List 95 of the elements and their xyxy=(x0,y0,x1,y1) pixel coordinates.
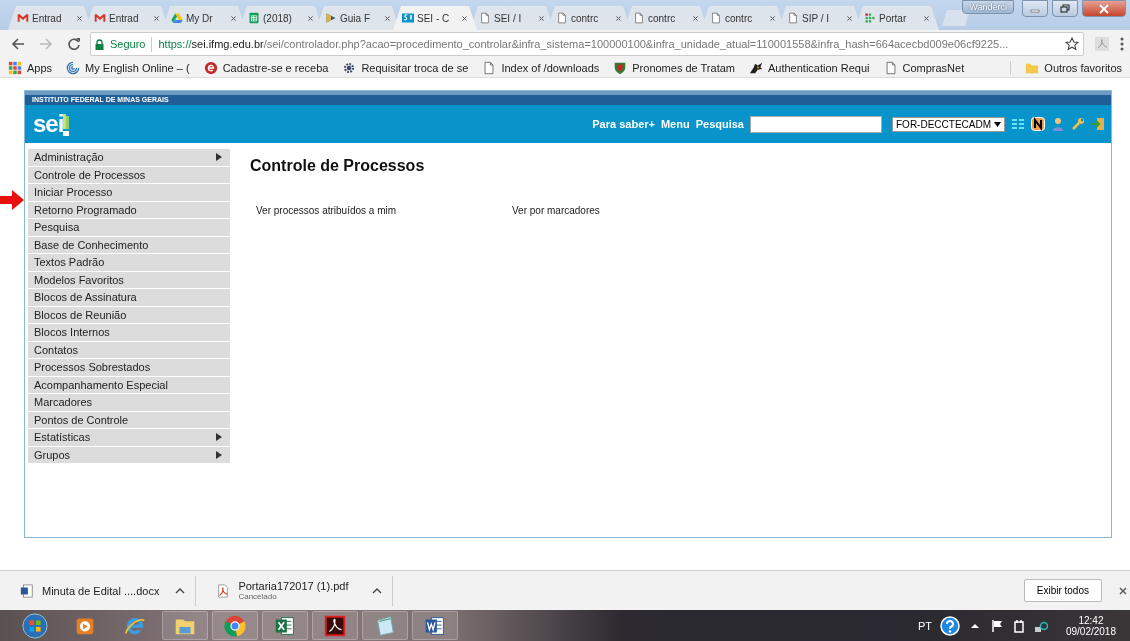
menu-item[interactable]: Pesquisa xyxy=(28,219,230,237)
unit-dropdown[interactable]: FOR-DECCTECADM xyxy=(892,116,1005,132)
bookmark[interactable]: Apps xyxy=(8,60,53,75)
close-icon[interactable] xyxy=(538,14,545,22)
download-item[interactable]: Portaria172017 (1).pdf Cancelado xyxy=(196,575,394,606)
gear-icon xyxy=(342,60,357,75)
page-icon xyxy=(479,12,491,24)
menu-item[interactable]: Blocos de Assinatura xyxy=(28,289,230,307)
reload-icon[interactable] xyxy=(67,37,81,51)
page-icon xyxy=(482,60,497,75)
url-text: https://sei.ifmg.edu.br/sei/controlador.php?acao=procedimento_controlar&infra_sistema=100000100&infra_unidade_atual=110001558&infra_hash=664acecbd009e06cf9225... xyxy=(158,38,1009,50)
help-icon[interactable] xyxy=(939,615,960,636)
browser-tab[interactable]: Portar xyxy=(855,6,939,30)
close-icon[interactable] xyxy=(307,14,314,22)
menu-item[interactable]: Administração xyxy=(28,149,230,167)
menu-item[interactable]: Textos Padrão xyxy=(28,254,230,272)
close-icon[interactable] xyxy=(1118,585,1128,596)
close-icon[interactable] xyxy=(230,14,237,22)
circle-icon xyxy=(203,60,218,75)
chrome-icon[interactable] xyxy=(212,611,258,640)
secure-label: Seguro xyxy=(110,38,146,50)
chevron-icon[interactable] xyxy=(175,587,186,594)
close-icon[interactable] xyxy=(384,14,391,22)
lock-icon xyxy=(95,38,104,50)
pdf-icon xyxy=(216,583,231,598)
mail-icon xyxy=(17,12,29,24)
show-all-button[interactable]: Exibir todos xyxy=(1023,579,1102,602)
note-icon[interactable] xyxy=(1031,117,1045,131)
word-icon[interactable] xyxy=(412,611,458,640)
page-icon xyxy=(787,12,799,24)
grid-icon xyxy=(864,12,876,24)
clock[interactable]: 12:42 09/02/2018 xyxy=(1065,614,1116,637)
browser-tab[interactable]: SEI - C xyxy=(393,6,477,30)
file-name: Portaria172017 (1).pdf xyxy=(238,580,349,592)
back-icon[interactable] xyxy=(11,37,25,51)
folder-icon[interactable] xyxy=(162,611,208,640)
page-title: Controle de Processos xyxy=(250,157,426,175)
bookmark[interactable]: Authentication Requi xyxy=(749,60,870,75)
chevron-icon[interactable] xyxy=(372,587,383,594)
triangle-icon xyxy=(171,12,183,24)
restore-button[interactable] xyxy=(1052,0,1078,17)
bookmark[interactable]: Cadastre-se e receba xyxy=(203,60,329,75)
close-icon[interactable] xyxy=(692,14,699,22)
spreadsheet-icon[interactable] xyxy=(262,611,308,640)
close-icon[interactable] xyxy=(461,14,468,22)
pointer-arrow xyxy=(0,190,24,210)
spreadsheet-icon xyxy=(248,12,260,24)
bookmark[interactable]: My English Online – ( xyxy=(66,60,190,75)
logo-icon xyxy=(402,12,414,24)
close-icon[interactable] xyxy=(923,14,930,22)
menu-item[interactable]: Marcadores xyxy=(28,394,230,412)
swirl-icon xyxy=(66,60,81,75)
minimize-button[interactable] xyxy=(1022,0,1048,17)
close-icon[interactable] xyxy=(76,14,83,22)
close-icon[interactable] xyxy=(769,14,776,22)
download-item[interactable]: Minuta de Edital ....docx xyxy=(0,575,197,606)
play-icon xyxy=(325,12,337,24)
view-link[interactable]: Ver processos atribuídos a mim xyxy=(256,205,397,216)
pdf-reader-icon[interactable] xyxy=(312,611,358,640)
page-icon xyxy=(883,60,898,75)
language-indicator[interactable]: PT xyxy=(917,619,932,632)
close-icon[interactable] xyxy=(846,14,853,22)
page-icon xyxy=(710,12,722,24)
close-icon[interactable] xyxy=(615,14,622,22)
page-icon xyxy=(633,12,645,24)
close-button[interactable] xyxy=(1082,0,1126,17)
power-icon[interactable] xyxy=(1011,618,1026,633)
bookmark[interactable]: ComprasNet xyxy=(883,60,965,75)
menu-icon[interactable] xyxy=(1120,37,1124,51)
close-icon xyxy=(1099,3,1109,14)
menu-item[interactable]: Processos Sobrestados xyxy=(28,359,230,377)
shield-icon xyxy=(613,60,628,75)
restore-icon xyxy=(1060,4,1070,13)
page-icon xyxy=(556,12,568,24)
submenu-arrow-icon xyxy=(216,153,222,162)
view-link[interactable]: Ver por marcadores xyxy=(512,205,600,216)
bookmark[interactable]: Pronomes de Tratam xyxy=(613,60,735,75)
download-status: Cancelado xyxy=(238,592,278,601)
document-icon xyxy=(20,583,34,598)
file-name: Minuta de Edital ....docx xyxy=(42,584,160,597)
caret-icon xyxy=(994,121,1001,127)
mail-icon xyxy=(94,12,106,24)
figure-icon xyxy=(749,60,763,75)
bookmark[interactable]: Requisitar troca de se xyxy=(342,60,469,75)
star-icon[interactable] xyxy=(1065,37,1079,51)
flag-icon[interactable] xyxy=(989,618,1004,633)
apps-icon xyxy=(8,60,22,75)
menu-item[interactable]: Estatísticas xyxy=(28,429,230,447)
menu-item[interactable]: Blocos Internos xyxy=(28,324,230,342)
bookmark-folder[interactable]: Outros favoritos xyxy=(1025,60,1122,75)
bookmark[interactable]: Index of /downloads xyxy=(482,60,600,75)
close-icon[interactable] xyxy=(153,14,160,22)
menu-item[interactable]: Iniciar Processo xyxy=(28,184,230,202)
search-field[interactable] xyxy=(750,115,882,133)
address-bar[interactable]: Seguro https://sei.ifmg.edu.br/sei/controlador.php?acao=procedimento_controlar&infra_sistema=100000100&infra_unidade_atual=110001558&infra_hash=664acecbd009e06cf9225... xyxy=(90,32,1084,56)
